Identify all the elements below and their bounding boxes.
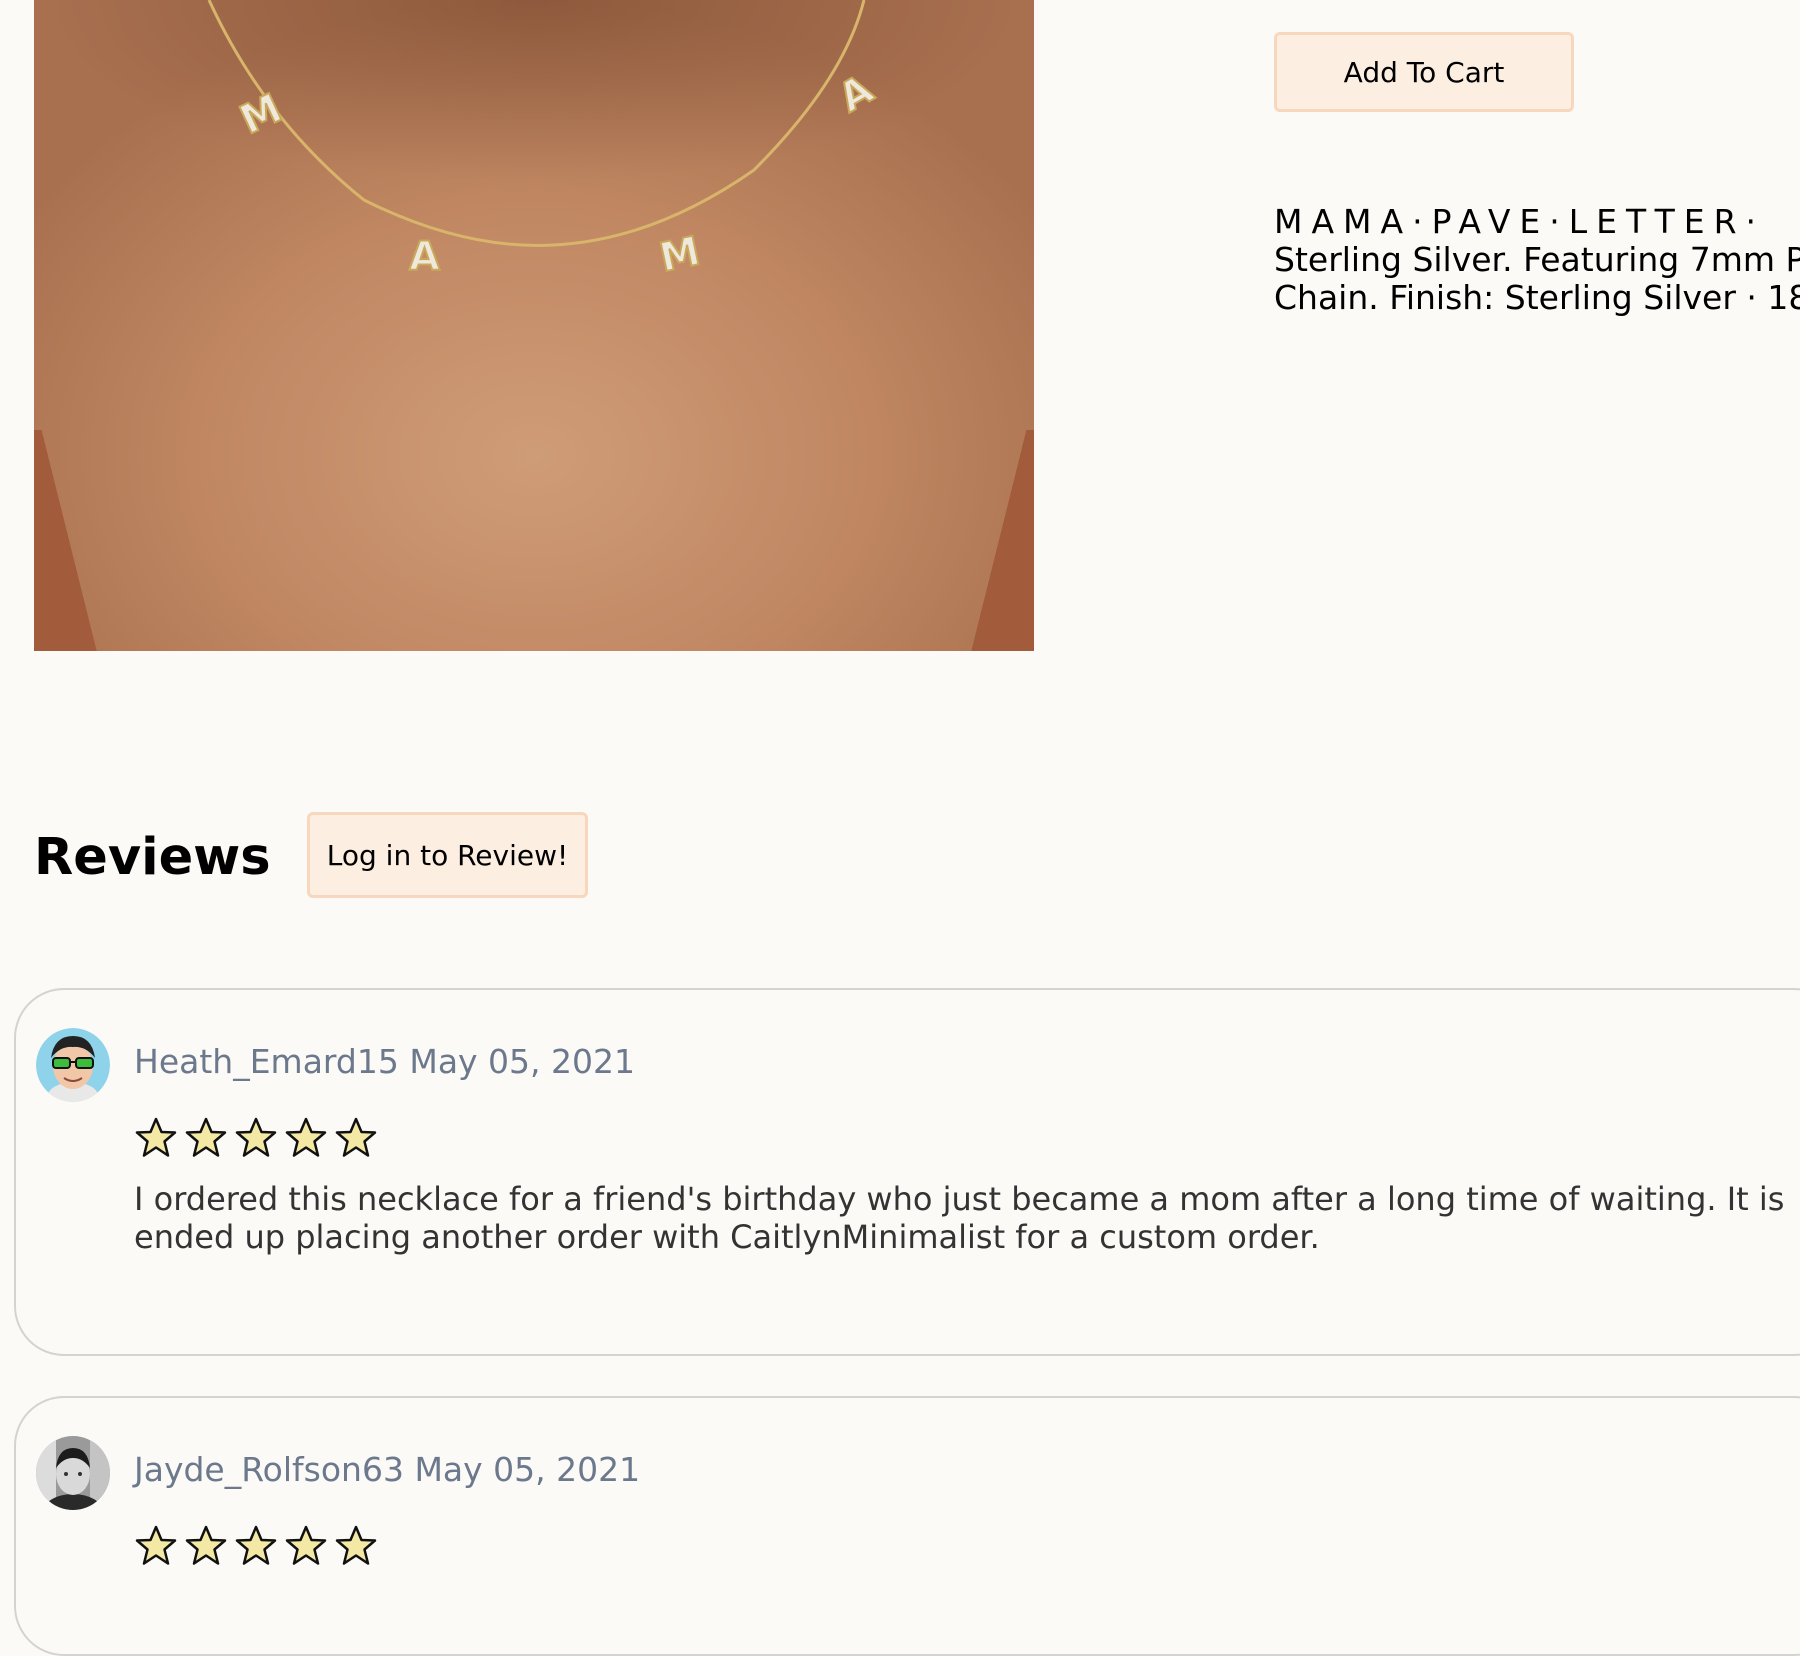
review-username[interactable]: Jayde_Rolfson63 <box>134 1450 404 1489</box>
review-body-line-1: I ordered this necklace for a friend's b… <box>134 1180 1785 1218</box>
product-description: MAMA·PAVE·LETTER· Sterling Silver. Featu… <box>1274 203 1800 317</box>
review-body-line-2: ended up placing another order with Cait… <box>134 1218 1320 1256</box>
review-card: Jayde_Rolfson63 May 05, 2021 <box>14 1396 1800 1656</box>
star-icon <box>135 1117 177 1157</box>
log-in-to-review-button[interactable]: Log in to Review! <box>307 812 588 898</box>
star-icon <box>235 1525 277 1565</box>
review-date: May 05, 2021 <box>409 1042 636 1081</box>
star-icon <box>185 1117 227 1157</box>
review-username[interactable]: Heath_Emard15 <box>134 1042 399 1081</box>
star-rating <box>134 1524 378 1568</box>
star-icon <box>135 1525 177 1565</box>
review-date: May 05, 2021 <box>414 1450 641 1489</box>
product-description-line-2: Chain. Finish: Sterling Silver · 18 <box>1274 278 1800 317</box>
avatar <box>36 1028 110 1102</box>
pendant-letter-m1: M <box>233 85 289 144</box>
pendant-letter-a2: A <box>831 66 881 121</box>
product-image: M A M A <box>34 0 1034 651</box>
star-icon <box>335 1525 377 1565</box>
review-meta: Heath_Emard15 May 05, 2021 <box>134 1042 635 1081</box>
review-meta: Jayde_Rolfson63 May 05, 2021 <box>134 1450 640 1489</box>
star-icon <box>285 1525 327 1565</box>
necklace-chain: M A M A <box>207 0 882 283</box>
star-icon <box>335 1117 377 1157</box>
star-icon <box>235 1117 277 1157</box>
product-description-line-1: Sterling Silver. Featuring 7mm P <box>1274 240 1800 279</box>
review-body: I ordered this necklace for a friend's b… <box>134 1180 1800 1256</box>
add-to-cart-button[interactable]: Add To Cart <box>1274 32 1574 112</box>
star-rating <box>134 1116 378 1160</box>
product-title: MAMA·PAVE·LETTER· <box>1274 203 1765 241</box>
pendant-letter-m2: M <box>656 228 705 281</box>
avatar <box>36 1436 110 1510</box>
pendant-letter-a1: A <box>409 234 440 280</box>
star-icon <box>285 1117 327 1157</box>
reviews-heading: Reviews <box>34 828 271 887</box>
review-card: Heath_Emard15 May 05, 2021 I ordered thi… <box>14 988 1800 1356</box>
star-icon <box>185 1525 227 1565</box>
